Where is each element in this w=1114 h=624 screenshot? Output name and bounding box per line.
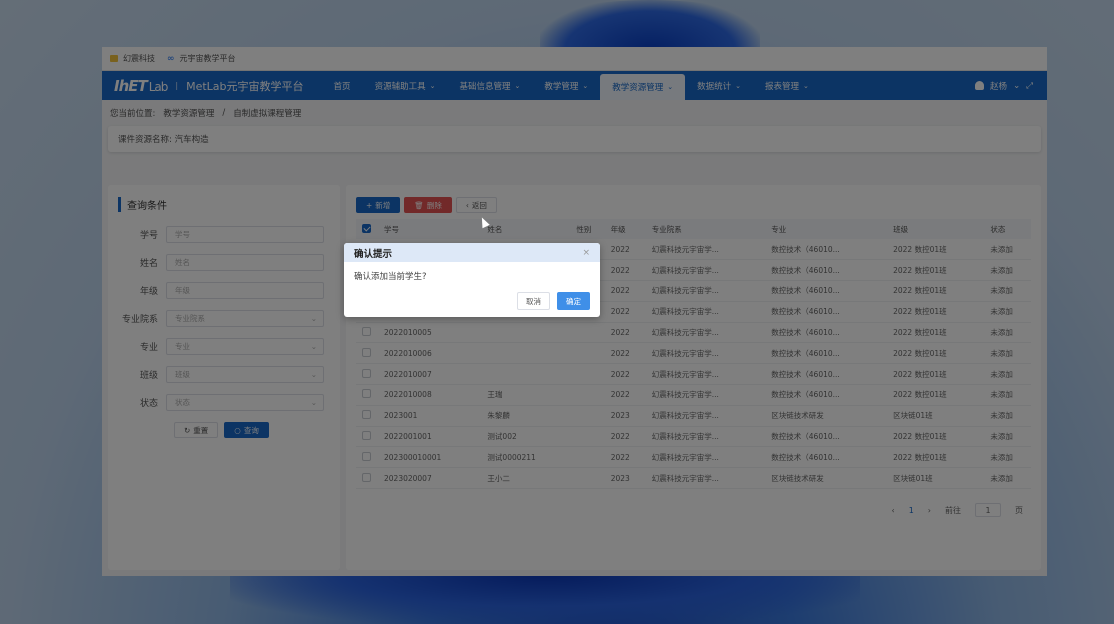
confirm-dialog: 确认提示 × 确认添加当前学生? 取消 确定 bbox=[344, 243, 600, 317]
cancel-button[interactable]: 取消 bbox=[517, 292, 550, 310]
confirm-button[interactable]: 确定 bbox=[557, 292, 590, 310]
dialog-title: 确认提示 bbox=[354, 248, 393, 260]
dialog-footer: 取消 确定 bbox=[517, 292, 590, 310]
dialog-header: 确认提示 × bbox=[344, 243, 600, 262]
close-icon[interactable]: × bbox=[582, 248, 590, 258]
dialog-message: 确认添加当前学生? bbox=[354, 272, 427, 282]
